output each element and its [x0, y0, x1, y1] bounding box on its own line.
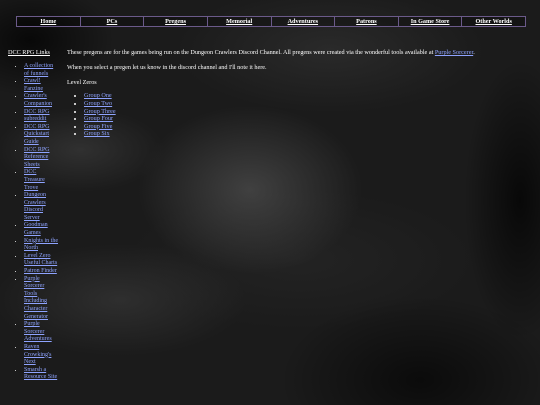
- list-item: DCC RPG subreddit: [24, 109, 58, 124]
- list-item: Dungeon Crawlers Discord Server: [24, 192, 58, 222]
- list-item: Purple Sorcerer Adventures: [24, 321, 58, 344]
- list-item: Crawler's Companion: [24, 93, 58, 108]
- list-item: Group Three: [84, 108, 487, 116]
- list-item: Group One: [84, 92, 487, 100]
- list-item: DCC RPG Quickstart Guide: [24, 124, 58, 147]
- group-link[interactable]: Group Five: [84, 123, 112, 130]
- list-item: Purple Sorcerer Tools Including Characte…: [24, 276, 58, 322]
- list-item: Raven Crowking's Next: [24, 344, 58, 367]
- sidebar-link[interactable]: DCC RPG subreddit: [24, 109, 50, 123]
- group-link[interactable]: Group Four: [84, 115, 113, 122]
- sidebar-link[interactable]: DCC RPG Reference Sheets: [24, 147, 50, 168]
- sidebar-link[interactable]: Dungeon Crawlers Discord Server: [24, 192, 46, 221]
- list-item: Level Zero Useful Charts: [24, 253, 58, 268]
- group-link[interactable]: Group Six: [84, 130, 110, 137]
- nav-adventures[interactable]: Adventures: [272, 17, 336, 26]
- group-link[interactable]: Group Two: [84, 100, 112, 107]
- main-content: These pregens are for the games being ru…: [67, 49, 487, 138]
- sidebar-link[interactable]: DCC RPG Quickstart Guide: [24, 124, 50, 145]
- sidebar-link-list: A collection of funnels Crawl! Fanzine C…: [6, 63, 58, 382]
- group-list: Group One Group Two Group Three Group Fo…: [67, 92, 487, 138]
- sidebar-link[interactable]: Knights in the North: [24, 238, 58, 252]
- group-link[interactable]: Group Three: [84, 108, 116, 115]
- list-item: Smarsh a Resource Site: [24, 367, 58, 382]
- sidebar-link[interactable]: Purple Sorcerer Tools Including Characte…: [24, 276, 48, 320]
- list-item: DCC RPG Reference Sheets: [24, 147, 58, 170]
- top-nav: Home PCs Pregens Memorial Adventures Pat…: [16, 16, 526, 27]
- purple-sorcerer-link[interactable]: Purple Sorcerer: [435, 49, 473, 56]
- list-item: Group Two: [84, 100, 487, 108]
- sidebar-link[interactable]: Patron Finder: [24, 268, 57, 274]
- level-zeros-heading: Level Zeros: [67, 78, 97, 86]
- sidebar-link[interactable]: Crawler's Companion: [24, 93, 52, 107]
- list-item: A collection of funnels: [24, 63, 58, 78]
- list-item: Group Four: [84, 115, 487, 123]
- list-item: Goodman Games: [24, 222, 58, 237]
- nav-home[interactable]: Home: [17, 17, 81, 26]
- list-item: Crawl! Fanzine: [24, 78, 58, 93]
- group-link[interactable]: Group One: [84, 92, 112, 99]
- sidebar: DCC RPG Links A collection of funnels Cr…: [6, 49, 58, 382]
- list-item: Knights in the North: [24, 238, 58, 253]
- intro-text: These pregens are for the games being ru…: [67, 49, 434, 56]
- intro-paragraph: These pregens are for the games being ru…: [67, 49, 487, 57]
- sidebar-title-link[interactable]: DCC RPG Links: [8, 49, 58, 56]
- sidebar-link[interactable]: DCC Treasure Trove: [24, 169, 45, 190]
- sidebar-link[interactable]: Smarsh a Resource Site: [24, 367, 57, 381]
- nav-other-worlds[interactable]: Other Worlds: [462, 17, 525, 26]
- list-item: DCC Treasure Trove: [24, 169, 58, 192]
- nav-pcs[interactable]: PCs: [81, 17, 145, 26]
- list-item: Group Five: [84, 123, 487, 131]
- nav-pregens[interactable]: Pregens: [144, 17, 208, 26]
- sidebar-link[interactable]: Purple Sorcerer Adventures: [24, 321, 52, 342]
- nav-patrons[interactable]: Patrons: [335, 17, 399, 26]
- select-note: When you select a pregen let us know in …: [67, 63, 267, 71]
- sidebar-link[interactable]: Crawl! Fanzine: [24, 78, 43, 92]
- sidebar-link[interactable]: A collection of funnels: [24, 63, 53, 77]
- nav-memorial[interactable]: Memorial: [208, 17, 272, 26]
- sidebar-link[interactable]: Raven Crowking's Next: [24, 344, 51, 365]
- intro-period: .: [473, 49, 475, 56]
- list-item: Group Six: [84, 130, 487, 138]
- nav-in-game-store[interactable]: In Game Store: [399, 17, 463, 26]
- sidebar-link[interactable]: Level Zero Useful Charts: [24, 253, 57, 267]
- list-item: Patron Finder: [24, 268, 58, 276]
- sidebar-link[interactable]: Goodman Games: [24, 222, 48, 236]
